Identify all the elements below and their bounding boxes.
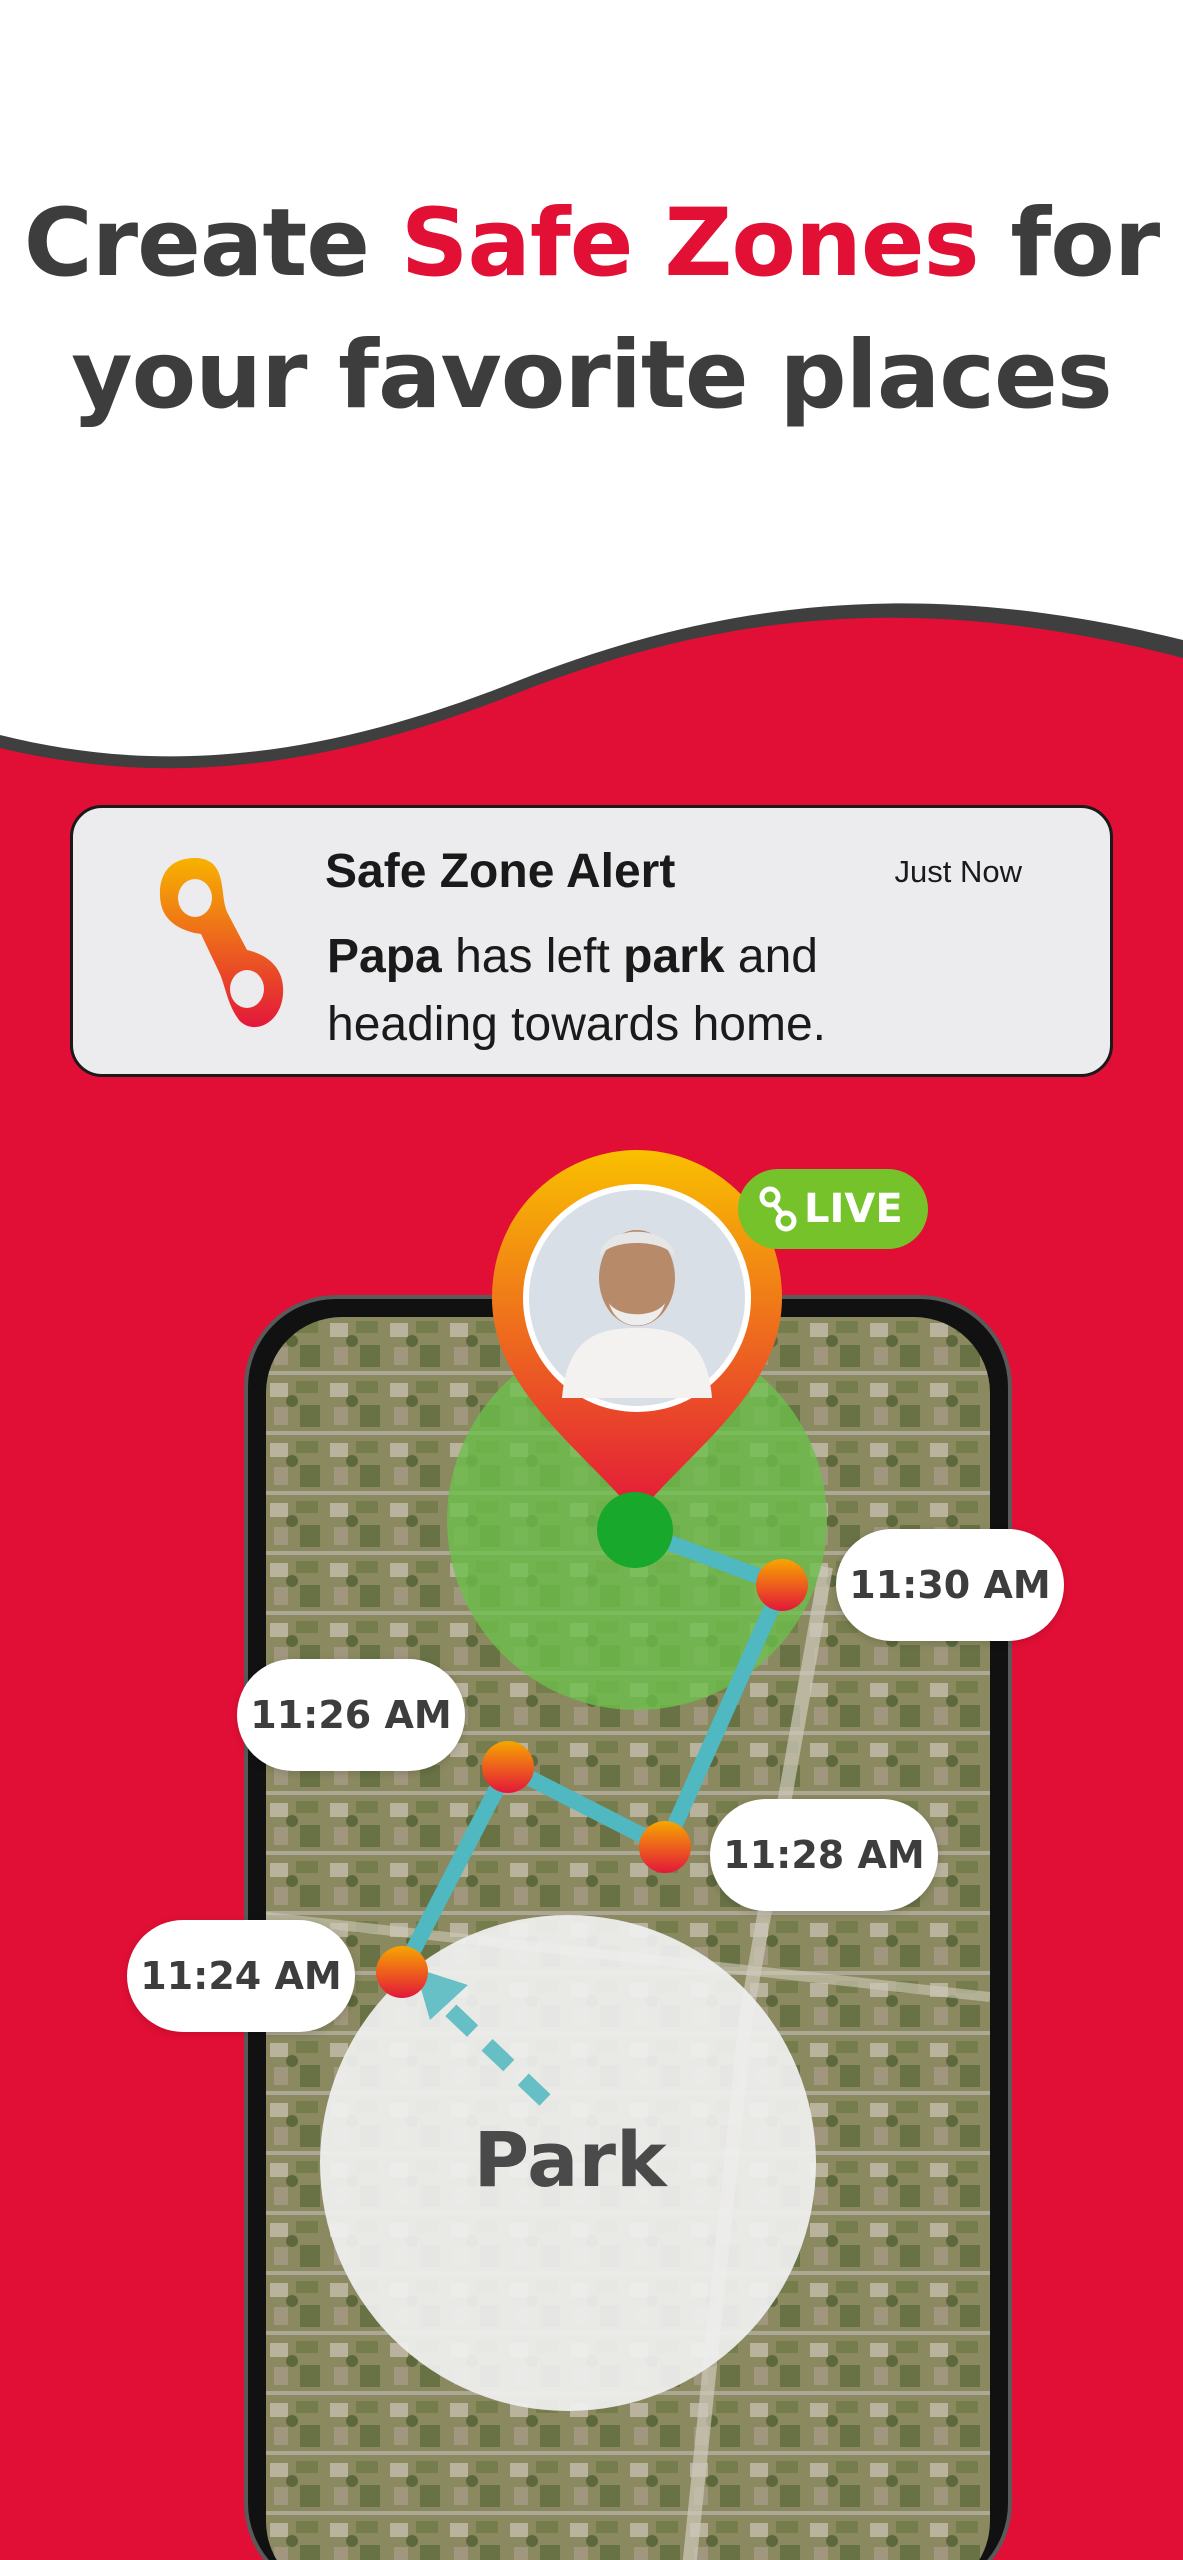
headline: Create Safe Zones for your favorite plac…	[0, 178, 1183, 442]
time-chip-1130[interactable]: 11:30 AM	[836, 1529, 1064, 1641]
alert-text-line-2: heading towards home.	[327, 998, 826, 1051]
phone-mockup	[244, 1295, 1012, 2560]
time-chip-1124[interactable]: 11:24 AM	[127, 1920, 355, 2032]
alert-place: park	[623, 930, 725, 983]
alert-title: Safe Zone Alert	[325, 845, 676, 898]
aerial-map	[266, 1317, 990, 2560]
alert-message: Papa has left park and heading towards h…	[327, 923, 1027, 1059]
time-chip-1128[interactable]: 11:28 AM	[710, 1799, 938, 1911]
headline-text-start: Create	[23, 189, 401, 298]
headline-text-end: for	[978, 189, 1160, 298]
live-label: LIVE	[804, 1186, 903, 1232]
park-label: Park	[473, 2115, 667, 2204]
headline-accent: Safe Zones	[400, 189, 980, 298]
app-logo-icon	[159, 858, 284, 1028]
alert-timestamp: Just Now	[894, 854, 1022, 889]
headline-line-1: Create Safe Zones for	[0, 178, 1183, 310]
headline-line-2: your favorite places	[71, 321, 1112, 430]
time-chip-1126[interactable]: 11:26 AM	[237, 1659, 465, 1771]
live-badge: LIVE	[738, 1169, 928, 1249]
alert-person: Papa	[327, 930, 442, 983]
alert-text-2: and	[724, 930, 818, 983]
map-screen[interactable]	[266, 1317, 990, 2560]
safe-zone-alert-card[interactable]: Safe Zone Alert Just Now Papa has left p…	[70, 805, 1113, 1077]
link-icon	[759, 1186, 797, 1232]
alert-text-1: has left	[441, 930, 624, 983]
